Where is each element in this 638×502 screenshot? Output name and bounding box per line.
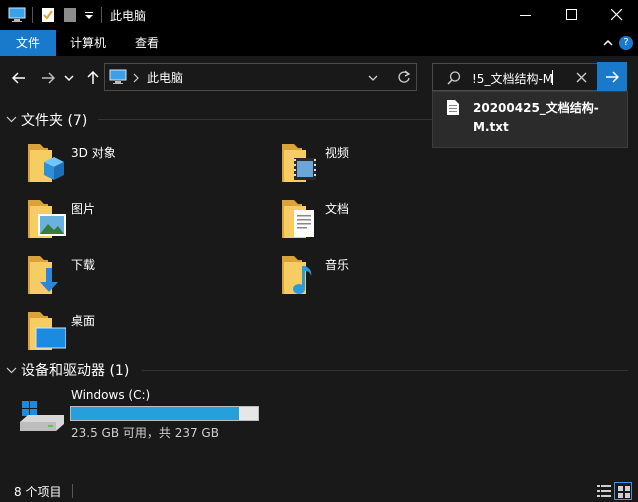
group-title-drives[interactable]: 设备和驱动器 (1) (21, 360, 129, 380)
window-title: 此电脑 (110, 9, 147, 23)
this-pc-icon (109, 69, 127, 84)
folder-desktop[interactable]: 桌面 (20, 308, 260, 356)
windows-drive-icon (20, 401, 64, 431)
recent-locations-button[interactable] (62, 67, 76, 89)
forward-button[interactable] (37, 67, 59, 89)
separator (72, 484, 73, 498)
folder-label: 下载 (71, 258, 96, 272)
folder-downloads[interactable]: 下载 (20, 252, 260, 300)
details-view-icon[interactable] (597, 485, 611, 497)
drive-usage-bar (70, 406, 259, 421)
folder-documents[interactable]: 文档 (276, 196, 516, 244)
text-cursor (552, 70, 553, 85)
suggestion-line-1: 20200425_文档结构- (473, 101, 599, 115)
group-divider (142, 370, 628, 371)
videos-folder-icon (282, 144, 316, 182)
close-icon (611, 9, 623, 21)
drive-label: Windows (C:) (71, 388, 151, 402)
status-bar: 8 个项目 (0, 480, 638, 502)
search-suggestion-dropdown: 20200425_文档结构- M.txt (432, 91, 628, 148)
drive-free-space: 23.5 GB 可用，共 237 GB (71, 426, 219, 440)
folder-label: 视频 (325, 146, 350, 160)
tab-view[interactable]: 查看 (120, 30, 174, 56)
help-icon[interactable]: ? (619, 36, 633, 50)
folder-label: 桌面 (71, 314, 96, 328)
music-folder-icon (282, 256, 312, 294)
new-folder-icon[interactable] (63, 6, 77, 24)
up-button[interactable] (82, 67, 104, 89)
arrow-right-icon (606, 71, 619, 83)
group-title-folders[interactable]: 文件夹 (7) (21, 110, 87, 130)
breadcrumb-chevron-icon[interactable] (132, 73, 140, 83)
clear-search-icon[interactable] (576, 72, 587, 83)
search-input[interactable]: !5_文档结构-M (432, 63, 598, 91)
suggestion-line-2: M.txt (473, 120, 509, 134)
separator (101, 7, 102, 23)
folder-pictures[interactable]: 图片 (20, 196, 260, 244)
folder-label: 音乐 (325, 258, 350, 272)
folder-music[interactable]: 音乐 (276, 252, 516, 300)
properties-icon[interactable] (40, 6, 56, 24)
search-value: !5_文档结构-M (472, 72, 554, 86)
address-history-chevron-icon[interactable] (368, 73, 378, 83)
drive-c[interactable]: Windows (C:) 23.5 GB 可用，共 237 GB (16, 386, 276, 442)
customize-toolbar-chevron-icon[interactable] (84, 11, 94, 21)
search-go-button[interactable] (597, 62, 627, 92)
item-count: 8 个项目 (14, 485, 62, 499)
back-button[interactable] (8, 67, 30, 89)
minimize-button[interactable] (503, 0, 549, 30)
suggestion-item[interactable]: 20200425_文档结构- M.txt (433, 92, 627, 147)
separator (32, 7, 33, 23)
maximize-button[interactable] (549, 0, 595, 30)
drives-group: 设备和驱动器 (1) Windows (C:) 23.5 GB 可用，共 237… (0, 356, 638, 456)
collapse-chevron-icon[interactable] (6, 365, 17, 376)
drive-usage-fill (71, 407, 240, 420)
up-arrow-icon (87, 71, 99, 84)
tab-computer[interactable]: 计算机 (60, 30, 116, 56)
folder-label: 3D 对象 (71, 146, 116, 160)
minimize-icon (520, 15, 531, 16)
this-pc-icon (8, 7, 26, 22)
documents-folder-icon (282, 200, 314, 238)
chevron-down-icon (64, 75, 74, 82)
ribbon-tabs: 文件 计算机 查看 ? (0, 30, 638, 56)
folder-3d-objects[interactable]: 3D 对象 (20, 140, 260, 188)
tiles-view-button[interactable] (614, 482, 632, 500)
breadcrumb-this-pc[interactable]: 此电脑 (147, 69, 183, 86)
text-file-icon (447, 100, 459, 115)
ribbon-collapse-chevron-icon[interactable] (603, 38, 613, 48)
collapse-chevron-icon[interactable] (6, 114, 17, 125)
forward-arrow-icon (42, 72, 55, 84)
downloads-folder-icon (28, 256, 58, 294)
pictures-folder-icon (28, 200, 66, 238)
title-bar: 此电脑 (0, 0, 638, 30)
3d-objects-folder-icon (28, 144, 64, 182)
tab-file[interactable]: 文件 (0, 30, 56, 56)
folder-label: 图片 (71, 202, 96, 216)
refresh-icon[interactable] (397, 70, 411, 84)
maximize-icon (566, 9, 577, 20)
desktop-folder-icon (28, 312, 66, 350)
close-button[interactable] (594, 0, 638, 30)
back-arrow-icon (12, 72, 25, 84)
address-bar[interactable]: 此电脑 (104, 63, 417, 91)
folder-label: 文档 (325, 202, 350, 216)
tiles-view-icon (618, 486, 630, 498)
search-icon (447, 71, 461, 85)
